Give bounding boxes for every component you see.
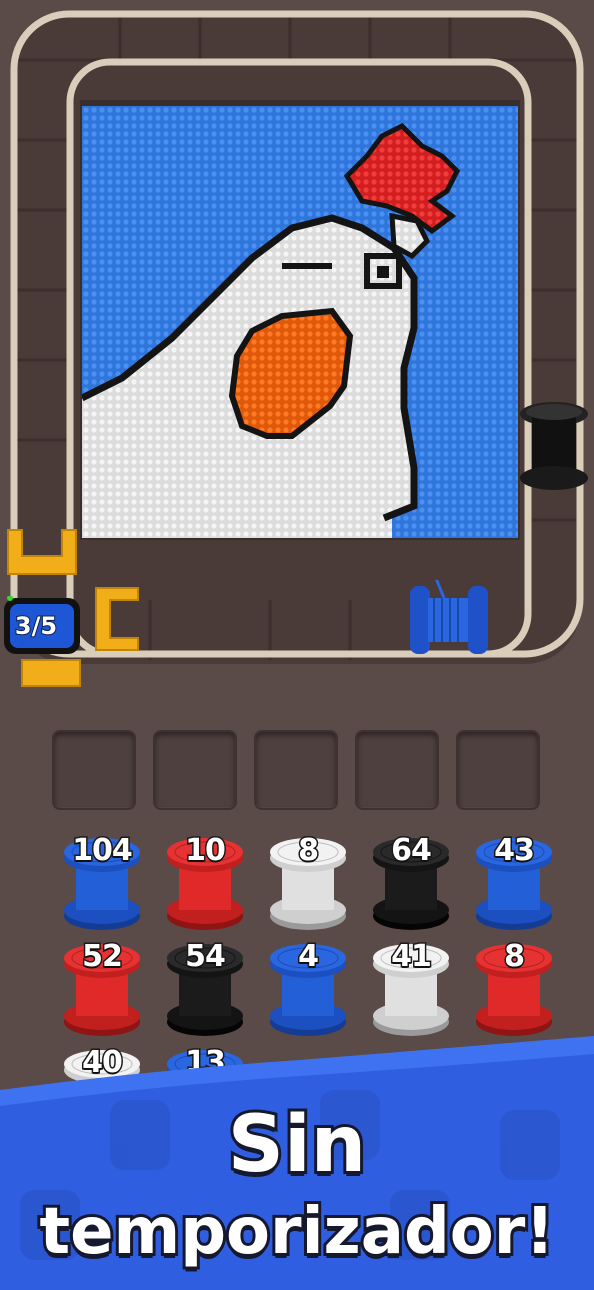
spool-count: 64	[390, 832, 434, 869]
spool-black[interactable]: 64	[371, 824, 451, 934]
cross-stitch-picture	[82, 106, 518, 538]
spool-red[interactable]: 52	[62, 930, 142, 1040]
banner-subtitle: temporizador!	[37, 1192, 558, 1272]
spool-count: 8	[503, 938, 527, 975]
spool-count: 10	[184, 832, 228, 869]
blue-spool-on-rail	[410, 580, 488, 654]
spool-count: 54	[184, 938, 228, 975]
queue-slot[interactable]	[456, 730, 540, 810]
queue-slot[interactable]	[52, 730, 136, 810]
queue-slot[interactable]	[254, 730, 338, 810]
queue-slot[interactable]	[153, 730, 237, 810]
spool-count: 52	[81, 938, 125, 975]
spool-count: 8	[297, 832, 321, 869]
progress-counter-text: 3/5	[14, 611, 58, 641]
spool-blue[interactable]: 4	[268, 930, 348, 1040]
banner-title: Sin	[225, 1097, 369, 1193]
spool-count: 43	[493, 832, 537, 869]
spool-black[interactable]: 54	[165, 930, 245, 1040]
queue-slot[interactable]	[355, 730, 439, 810]
spool-red[interactable]: 10	[165, 824, 245, 934]
black-spool-on-rail	[520, 402, 588, 490]
spool-blue[interactable]: 104	[62, 824, 142, 934]
spool-count: 41	[390, 938, 434, 975]
spool-white[interactable]: 41	[371, 930, 451, 1040]
spool-blue[interactable]: 43	[474, 824, 554, 934]
spool-white[interactable]: 8	[268, 824, 348, 934]
spool-count: 104	[71, 832, 135, 869]
spool-red[interactable]: 8	[474, 930, 554, 1040]
spool-count: 4	[297, 938, 321, 975]
